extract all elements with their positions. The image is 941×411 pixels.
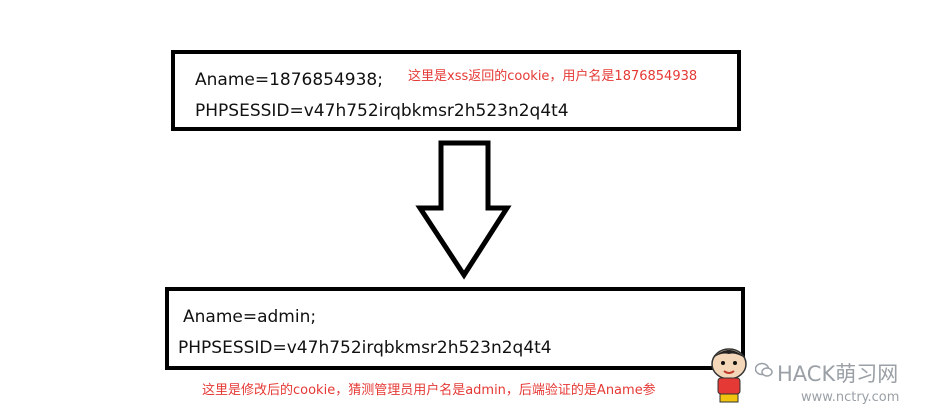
modified-cookie-note: 这里是修改后的cookie，猜测管理员用户名是admin，后端验证的是Aname…: [202, 383, 656, 398]
watermark: HACK萌习网 www.nctry.com: [705, 344, 935, 408]
original-session-line: PHPSESSID=v47h752irqbkmsr2h523n2q4t4: [195, 101, 569, 121]
watermark-brand: HACK萌习网: [777, 362, 899, 386]
cartoon-mascot-icon: [711, 348, 747, 403]
watermark-url: www.nctry.com: [801, 390, 900, 405]
modified-session-line: PHPSESSID=v47h752irqbkmsr2h523n2q4t4: [178, 338, 552, 358]
xss-cookie-note: 这里是xss返回的cookie，用户名是1876854938: [408, 69, 698, 84]
original-aname-line: Aname=1876854938;: [195, 70, 383, 90]
modified-aname-line: Aname=admin;: [183, 307, 317, 327]
down-arrow-icon: [415, 140, 512, 280]
wechat-icon: [755, 362, 773, 377]
